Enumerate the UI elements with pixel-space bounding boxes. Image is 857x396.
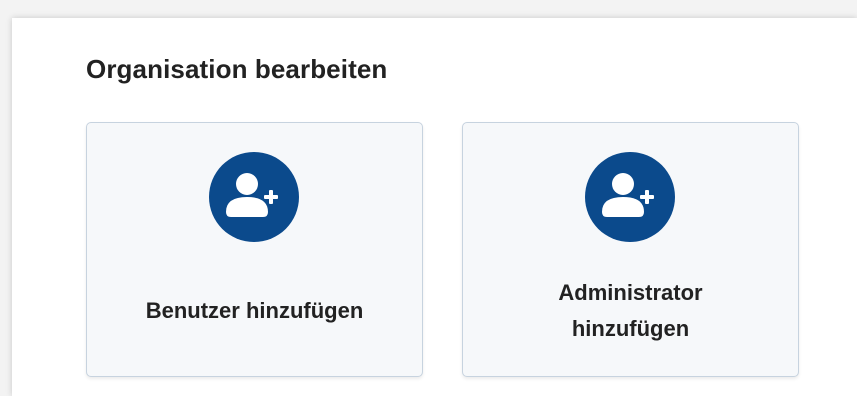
add-administrator-label-line-2: hinzufügen: [571, 316, 690, 341]
page-title: Organisation bearbeiten: [86, 54, 388, 84]
add-administrator-card[interactable]: Administrator hinzufügen: [462, 122, 799, 377]
add-user-icon-graphic: [585, 152, 675, 242]
add-administrator-label-line-1: Administrator: [558, 280, 703, 305]
add-user-icon: [209, 152, 299, 242]
add-administrator-label: Administrator hinzufügen: [483, 275, 778, 347]
add-user-icon: [585, 152, 675, 242]
add-user-label: Benutzer hinzufügen: [107, 293, 402, 329]
add-user-label-line: Benutzer hinzufügen: [145, 298, 364, 323]
add-user-card[interactable]: Benutzer hinzufügen: [86, 122, 423, 377]
add-user-icon-graphic: [209, 152, 299, 242]
organisation-panel: Organisation bearbeiten Benutzer hinzufü…: [12, 18, 857, 396]
